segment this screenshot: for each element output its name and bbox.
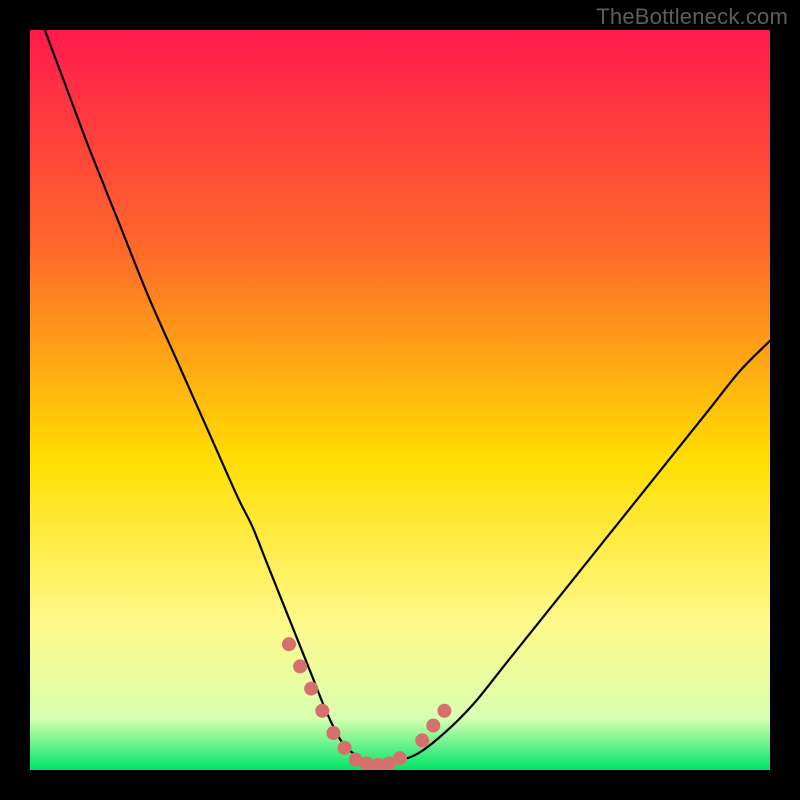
marker-dot <box>304 682 318 696</box>
marker-dot <box>326 726 340 740</box>
marker-dot <box>393 751 407 765</box>
marker-dot <box>293 659 307 673</box>
plot-area <box>30 30 770 770</box>
watermark-text: TheBottleneck.com <box>596 4 788 30</box>
bottleneck-curve <box>45 30 770 764</box>
chart-svg <box>30 30 770 770</box>
marker-dot <box>282 637 296 651</box>
marker-dot <box>315 704 329 718</box>
marker-group <box>282 637 451 770</box>
marker-dot <box>415 733 429 747</box>
marker-dot <box>338 741 352 755</box>
marker-dot <box>437 704 451 718</box>
chart-frame: TheBottleneck.com <box>0 0 800 800</box>
marker-dot <box>426 719 440 733</box>
